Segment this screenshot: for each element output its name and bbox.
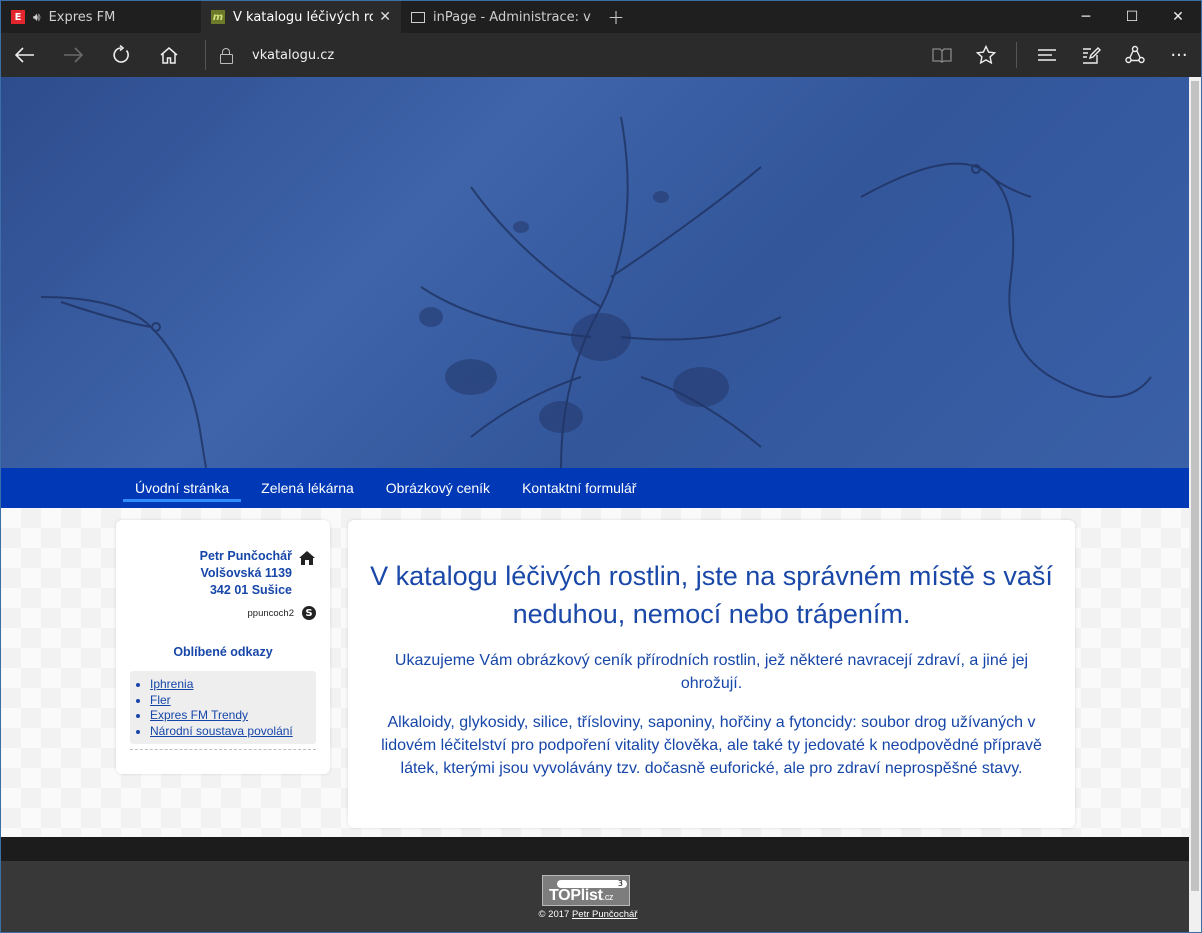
sidebar: Petr Punčochář Volšovská 1139 342 01 Suš… (116, 520, 330, 774)
window-controls: ─ ☐ ✕ (1063, 1, 1201, 33)
skype-icon: S (302, 606, 316, 620)
toolbar-separator (1016, 42, 1017, 68)
link-iphrenia[interactable]: Iphrenia (150, 677, 193, 691)
close-tab-icon[interactable]: ✕ (379, 9, 391, 25)
lock-icon (220, 48, 233, 64)
menu-item-contact-form[interactable]: Kontaktní formulář (506, 468, 652, 508)
skype-contact[interactable]: ppuncoch2 S (248, 606, 316, 620)
toplist-counter-badge[interactable]: 3 TOPlist.cz (542, 875, 630, 906)
tab-label: inPage - Administrace: vkat (433, 9, 591, 25)
list-item: Iphrenia (150, 677, 316, 693)
menu-item-green-pharmacy[interactable]: Zelená lékárna (245, 468, 370, 508)
toplist-tld: .cz (602, 892, 614, 902)
menu-item-home[interactable]: Úvodní stránka (119, 468, 245, 508)
body-paragraph: Alkaloidy, glykosidy, silice, třísloviny… (381, 714, 1042, 777)
tab-label: V katalogu léčivých rost (233, 9, 374, 25)
tab-vkatalogu[interactable]: m V katalogu léčivých rost ✕ (201, 1, 401, 33)
house-icon (299, 550, 315, 565)
share-icon[interactable] (1113, 33, 1157, 77)
back-arrow-icon[interactable] (1, 33, 49, 77)
toolbar-right: ··· (920, 33, 1201, 77)
reading-view-icon[interactable] (920, 33, 964, 77)
main-menu: Úvodní stránka Zelená lékárna Obrázkový … (1, 468, 1189, 508)
copyright-text: © 2017 (538, 909, 570, 920)
page-footer: 3 TOPlist.cz © 2017 Petr Punčochář (1, 861, 1189, 932)
tab-label: Expres FM (48, 9, 116, 25)
contact-street: Volšovská 1139 (200, 566, 292, 580)
more-options-icon[interactable]: ··· (1157, 33, 1201, 77)
divider (130, 749, 316, 750)
tab-expres-fm[interactable]: E 🔊︎ Expres FM (1, 1, 201, 33)
refresh-icon[interactable] (97, 33, 145, 77)
scrollbar-thumb[interactable] (1191, 81, 1199, 891)
new-tab-button[interactable]: + (601, 1, 631, 33)
toplist-logo: TOPlist.cz (549, 887, 614, 905)
list-item: Národní soustava povolání (150, 724, 316, 740)
contact-name: Petr Punčochář (199, 549, 292, 563)
web-note-icon[interactable] (1069, 33, 1113, 77)
page-favicon-icon (411, 11, 425, 23)
header-banner-image (1, 77, 1189, 468)
minimize-icon[interactable]: ─ (1063, 1, 1109, 33)
content-area: Petr Punčochář Volšovská 1139 342 01 Suš… (1, 508, 1189, 837)
favorite-star-icon[interactable] (964, 33, 1008, 77)
author-link[interactable]: Petr Punčochář (572, 909, 637, 920)
footer-divider-strip (1, 837, 1189, 861)
link-narodni-soustava[interactable]: Národní soustava povolání (150, 724, 293, 738)
maximize-icon[interactable]: ☐ (1109, 1, 1155, 33)
contact-city: 342 01 Sušice (209, 583, 292, 597)
favorite-links-title: Oblíbené odkazy (173, 645, 273, 659)
home-icon[interactable] (145, 33, 193, 77)
speaker-icon[interactable]: 🔊︎ (33, 10, 41, 25)
hub-icon[interactable] (1025, 33, 1069, 77)
page-viewport: Úvodní stránka Zelená lékárna Obrázkový … (1, 77, 1189, 932)
crane-tapestry-decoration (40, 116, 1152, 468)
navigation-bar: vkatalogu.cz ··· (1, 33, 1201, 77)
site-favicon-icon: m (211, 10, 225, 24)
favorite-links-box: Iphrenia Fler Expres FM Trendy Národní s… (130, 671, 316, 744)
skype-name: ppuncoch2 (247, 607, 294, 619)
list-item: Expres FM Trendy (150, 708, 316, 724)
contact-address: Petr Punčochář Volšovská 1139 342 01 Suš… (200, 548, 292, 599)
address-bar[interactable]: vkatalogu.cz (205, 40, 920, 70)
link-expres-fm-trendy[interactable]: Expres FM Trendy (150, 708, 248, 722)
vertical-scrollbar[interactable] (1189, 77, 1201, 932)
browser-window: E 🔊︎ Expres FM m V katalogu léčivých ros… (0, 0, 1202, 933)
menu-item-picture-pricelist[interactable]: Obrázkový ceník (370, 468, 506, 508)
expres-fm-favicon-icon: E (11, 10, 25, 24)
url-text[interactable]: vkatalogu.cz (252, 48, 334, 63)
copyright: © 2017 Petr Punčochář (1, 909, 1189, 920)
forward-arrow-icon[interactable] (49, 33, 97, 77)
page-title: V katalogu léčivých rostlin, jste na spr… (370, 561, 1053, 629)
link-fler[interactable]: Fler (150, 693, 171, 707)
tab-inpage[interactable]: inPage - Administrace: vkat (401, 1, 601, 33)
close-window-icon[interactable]: ✕ (1155, 1, 1201, 33)
toplist-brand: TOPlist (549, 887, 603, 904)
main-article: V katalogu léčivých rostlin, jste na spr… (348, 520, 1075, 828)
intro-paragraph: Ukazujeme Vám obrázkový ceník přírodních… (394, 652, 1029, 692)
list-item: Fler (150, 693, 316, 709)
tab-strip: E 🔊︎ Expres FM m V katalogu léčivých ros… (1, 1, 1201, 33)
